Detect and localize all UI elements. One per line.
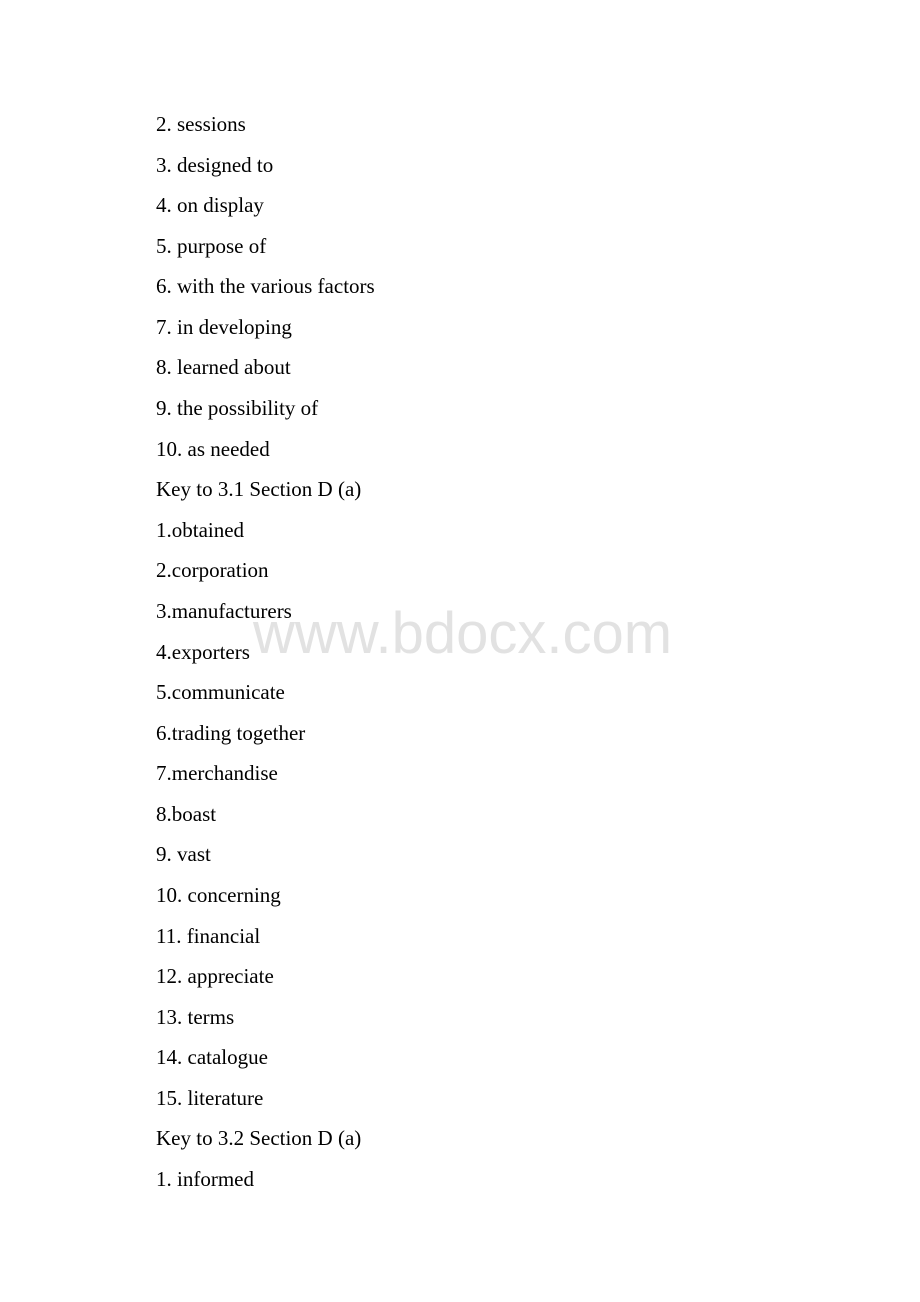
list-item: 9. vast [156,842,211,867]
list-item: 13. terms [156,1004,235,1029]
list-item: 4. on display [156,193,264,218]
list-item: 2.corporation [156,558,269,583]
section-heading: Key to 3.1 Section D (a) [156,477,362,502]
list-item: 1. informed [156,1167,254,1192]
list-item: 1.obtained [156,517,245,542]
list-item: 5.communicate [156,680,285,705]
list-item: 12. appreciate [156,964,274,989]
list-item: 2. sessions [156,112,246,136]
list-item: 4.exporters [156,639,250,664]
list-item: 8. learned about [156,355,291,380]
list-item: 3. designed to [156,152,274,177]
list-item: 7.merchandise [156,761,278,786]
list-item: 10. concerning [156,882,281,907]
list-item: 7. in developing [156,314,292,339]
list-item: 6. with the various factors [156,274,375,299]
list-item: 3.manufacturers [156,598,292,623]
list-item: 5. purpose of [156,233,267,258]
list-item: 11. financial [156,923,261,948]
answer-key-list: 2. sessions 3. designed to 4. on display… [156,109,375,1205]
list-item: 14. catalogue [156,1045,268,1070]
list-item: 6.trading together [156,720,306,745]
list-item: 10. as needed [156,436,270,461]
list-item: 9. the possibility of [156,396,319,421]
list-item: 15. literature [156,1085,264,1110]
document-page: www.bdocx.com 2. sessions 3. designed to… [0,0,920,1302]
list-item: 8.boast [156,801,217,826]
section-heading: Key to 3.2 Section D (a) [156,1126,362,1151]
